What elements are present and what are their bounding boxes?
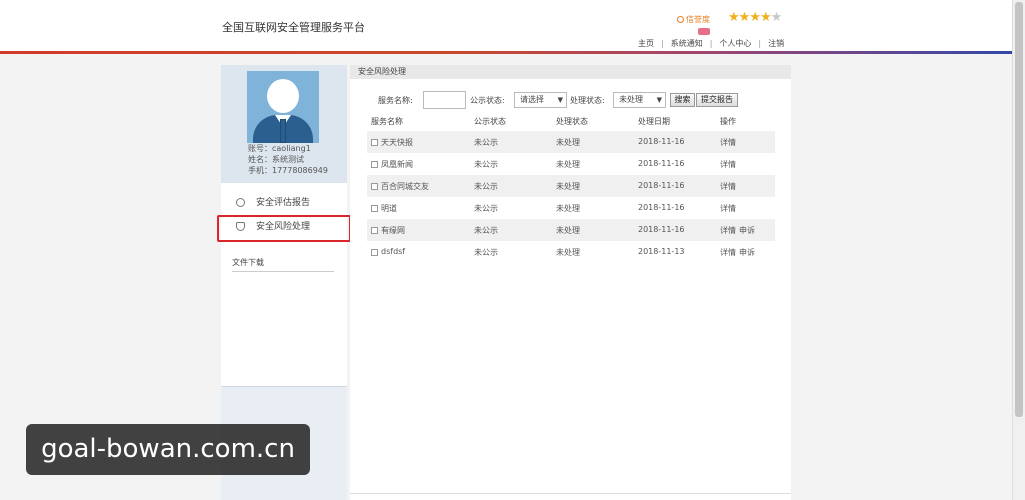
cell-publish-status: 未公示 xyxy=(474,204,498,213)
publish-status-value: 请选择 xyxy=(520,95,544,104)
table-row: dsfdsf 未公示 未处理 2018-11-13 详情 申诉 xyxy=(367,241,775,263)
cell-publish-status: 未公示 xyxy=(474,226,498,235)
account-text: 账号：caoliang1 xyxy=(248,144,311,153)
watermark-label: goal-bowan.com.cn xyxy=(26,424,310,475)
column-header-publish-status: 公示状态 xyxy=(474,117,506,126)
app-title: 全国互联网安全管理服务平台 xyxy=(222,21,365,34)
nav-notifications-link[interactable]: 系统通知 xyxy=(671,39,703,48)
row-checkbox[interactable] xyxy=(371,139,378,146)
user-info: 账号：caoliang1 姓名：系统测试 手机：17778086949 xyxy=(248,143,328,176)
cell-process-status: 未处理 xyxy=(556,138,580,147)
sidebar-item-label: 安全评估报告 xyxy=(256,198,311,208)
file-download-title: 文件下载 xyxy=(232,257,334,272)
cell-service-name: dsfdsf xyxy=(381,247,406,256)
table-row: 天天快报 未公示 未处理 2018-11-16 详情 xyxy=(367,131,775,153)
detail-link[interactable]: 详情 xyxy=(720,203,736,214)
publish-status-select[interactable]: 请选择 ▼ xyxy=(514,92,567,108)
star-icon: ★ xyxy=(759,10,772,25)
detail-link[interactable]: 详情 xyxy=(720,137,736,148)
cell-publish-status: 未公示 xyxy=(474,248,498,257)
nav-separator: | xyxy=(661,39,664,48)
avatar xyxy=(247,71,319,143)
table-row: 百合同城交友 未公示 未处理 2018-11-16 详情 xyxy=(367,175,775,197)
column-header-service-name: 服务名称 xyxy=(371,117,403,126)
appeal-link[interactable]: 申诉 xyxy=(739,247,755,258)
credit-badge xyxy=(698,28,710,35)
credit-label-text: 信誉度 xyxy=(686,15,710,24)
cell-process-date: 2018-11-16 xyxy=(638,137,685,146)
row-checkbox[interactable] xyxy=(371,161,378,168)
nav-separator: | xyxy=(709,39,713,48)
sidebar-item-assessment-report[interactable]: 安全评估报告 xyxy=(221,192,347,214)
credit-rating-label: 信誉度 xyxy=(677,14,710,25)
cell-publish-status: 未公示 xyxy=(474,182,498,191)
cell-service-name: 有缘网 xyxy=(381,226,405,235)
row-checkbox[interactable] xyxy=(371,205,378,212)
column-header-process-status: 处理状态 xyxy=(556,117,588,126)
header-divider xyxy=(0,51,1012,54)
star-icon: ★ xyxy=(749,10,761,25)
submit-report-button[interactable]: 提交报告 xyxy=(696,93,738,107)
process-status-label: 处理状态: xyxy=(570,96,605,105)
column-header-process-date: 处理日期 xyxy=(638,117,670,126)
cell-process-status: 未处理 xyxy=(556,160,580,169)
detail-link[interactable]: 详情 xyxy=(720,181,736,192)
cell-process-date: 2018-11-16 xyxy=(638,159,685,168)
search-icon xyxy=(236,198,245,207)
top-header: 全国互联网安全管理服务平台 信誉度 ★★★★★ 主页 | 系统通知 | 个人中心 | 注销 xyxy=(0,0,1012,52)
cell-process-date: 2018-11-16 xyxy=(638,203,685,212)
nav-logout-link[interactable]: 注销 xyxy=(768,39,784,48)
tab-risk-handling[interactable]: 安全风险处理 xyxy=(350,65,791,79)
star-icon: ★ xyxy=(738,10,751,25)
detail-link[interactable]: 详情 xyxy=(720,159,736,170)
cell-process-date: 2018-11-16 xyxy=(638,181,685,190)
cell-process-date: 2018-11-16 xyxy=(638,225,685,234)
publish-status-label: 公示状态: xyxy=(470,96,505,105)
cell-service-name: 百合同城交友 xyxy=(381,182,429,191)
main-panel: 安全风险处理 服务名称: 公示状态: 请选择 ▼ 处理状态: 未处理 ▼ 搜索 … xyxy=(350,65,791,500)
search-button[interactable]: 搜索 xyxy=(670,93,695,107)
name-text: 姓名：系统测试 xyxy=(248,155,304,164)
cell-process-status: 未处理 xyxy=(556,204,580,213)
star-rating: ★★★★★ xyxy=(728,10,783,25)
cell-publish-status: 未公示 xyxy=(474,160,498,169)
detail-link[interactable]: 详情 xyxy=(720,225,736,236)
top-nav: 主页 | 系统通知 | 个人中心 | 注销 xyxy=(638,38,784,49)
cell-process-status: 未处理 xyxy=(556,226,580,235)
column-header-actions: 操作 xyxy=(720,117,736,126)
service-name-input[interactable] xyxy=(423,91,466,109)
detail-link[interactable]: 详情 xyxy=(720,247,736,258)
cell-process-status: 未处理 xyxy=(556,248,580,257)
table-row: 凤凰新闻 未公示 未处理 2018-11-16 详情 xyxy=(367,153,775,175)
nav-home-link[interactable]: 主页 xyxy=(638,39,654,48)
row-checkbox[interactable] xyxy=(371,249,378,256)
cell-process-status: 未处理 xyxy=(556,182,580,191)
table-row: 明道 未公示 未处理 2018-11-16 详情 xyxy=(367,197,775,219)
service-name-label: 服务名称: xyxy=(378,96,413,105)
scrollbar-thumb[interactable] xyxy=(1015,2,1023,417)
highlight-box-menu xyxy=(217,215,351,242)
phone-text: 手机：17778086949 xyxy=(248,166,328,175)
appeal-link[interactable]: 申诉 xyxy=(739,225,755,236)
chevron-down-icon: ▼ xyxy=(656,96,662,104)
profile-card: 账号：caoliang1 姓名：系统测试 手机：17778086949 xyxy=(221,65,347,183)
nav-separator: | xyxy=(758,39,762,48)
row-checkbox[interactable] xyxy=(371,183,378,190)
cell-publish-status: 未公示 xyxy=(474,138,498,147)
row-checkbox[interactable] xyxy=(371,227,378,234)
cell-process-date: 2018-11-13 xyxy=(638,247,685,256)
cell-service-name: 凤凰新闻 xyxy=(381,160,413,169)
cell-service-name: 天天快报 xyxy=(381,138,413,147)
process-status-value: 未处理 xyxy=(619,95,643,104)
process-status-select[interactable]: 未处理 ▼ xyxy=(613,92,666,108)
cell-service-name: 明道 xyxy=(381,204,397,213)
star-empty-icon: ★ xyxy=(770,10,783,25)
star-icon: ★ xyxy=(728,10,740,25)
table-row: 有缘网 未公示 未处理 2018-11-16 详情 申诉 xyxy=(367,219,775,241)
user-icon xyxy=(677,16,684,23)
nav-profile-link[interactable]: 个人中心 xyxy=(719,39,751,48)
pagination-bar xyxy=(350,493,791,500)
chevron-down-icon: ▼ xyxy=(557,96,563,104)
